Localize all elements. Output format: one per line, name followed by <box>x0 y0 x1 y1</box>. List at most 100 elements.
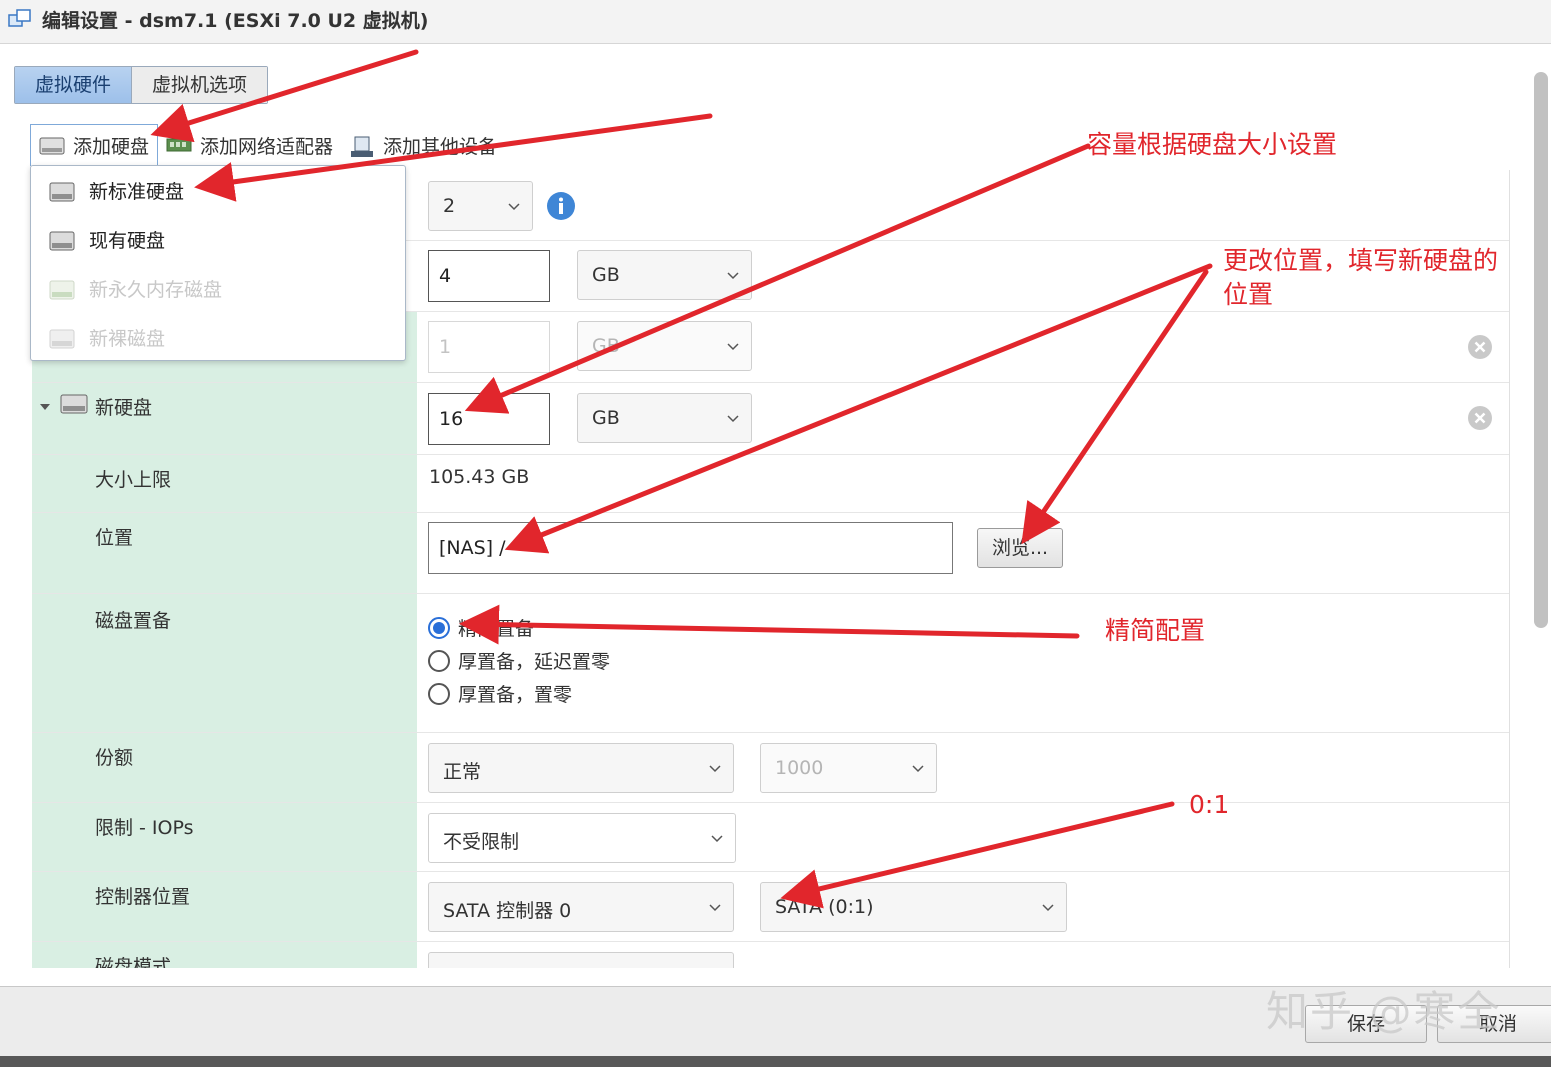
chevron-down-icon <box>508 203 520 211</box>
provisioning-label: 磁盘置备 <box>95 610 172 632</box>
memory-size-input[interactable]: 4 <box>428 250 550 302</box>
annotation-location-line1: 更改位置，填写新硬盘的 <box>1223 246 1499 275</box>
controller-label: 控制器位置 <box>95 886 191 908</box>
annotation-slot: 0:1 <box>1189 790 1230 819</box>
location-input[interactable]: [NAS] / <box>428 522 953 574</box>
new-disk-size-input[interactable]: 16 <box>428 393 550 445</box>
watermark: 知乎 @寒全 <box>1266 987 1502 1036</box>
row-label-cell: 磁盘模式 <box>32 942 417 968</box>
pmem-disk-icon <box>49 280 75 299</box>
chevron-down-icon <box>709 765 721 773</box>
cpu-count-value: 2 <box>443 195 456 217</box>
shares-number-select[interactable]: 1000 <box>760 743 937 793</box>
chevron-down-icon <box>912 765 924 773</box>
chevron-down-icon <box>727 343 739 351</box>
hardware-toolbar: 添加硬盘 添加网络适配器 添加其他设备 <box>30 124 505 166</box>
thick-eager-zeroed-label: 厚置备，置零 <box>458 684 573 706</box>
chevron-down-icon <box>727 272 739 280</box>
hard-disk-1-unit-value: GB <box>592 335 620 357</box>
tab-vm-options[interactable]: 虚拟机选项 <box>132 67 268 103</box>
row-label-cell: 磁盘置备 <box>32 594 417 732</box>
menu-item-new-raw-disk: 新裸磁盘 <box>31 313 405 362</box>
thick-lazy-zeroed-radio[interactable]: 厚置备，延迟置零 <box>428 647 610 674</box>
cpu-count-select[interactable]: 2 <box>428 181 533 231</box>
limit-iops-select[interactable]: 不受限制 <box>428 813 736 863</box>
add-network-adapter-label: 添加网络适配器 <box>200 135 334 158</box>
hard-disk-1-size-input[interactable]: 1 <box>428 321 550 373</box>
memory-size-value: 4 <box>439 265 452 287</box>
vertical-scrollbar[interactable] <box>1534 72 1548 628</box>
chevron-down-icon <box>1042 904 1054 912</box>
network-adapter-icon <box>166 136 192 154</box>
row-label-cell: 新硬盘 <box>32 383 417 454</box>
thick-eager-zeroed-radio[interactable]: 厚置备，置零 <box>428 680 572 707</box>
max-size-row: 大小上限 105.43 GB <box>32 455 1509 513</box>
disk-mode-select[interactable] <box>428 952 734 968</box>
browse-button[interactable]: 浏览... <box>977 528 1063 568</box>
hard-disk-1-size-value: 1 <box>439 336 452 358</box>
thin-provision-label: 精简置备 <box>458 618 535 640</box>
menu-item-label: 新裸磁盘 <box>89 328 166 350</box>
menu-item-new-pmem-disk: 新永久内存磁盘 <box>31 264 405 313</box>
new-disk-unit-value: GB <box>592 407 620 429</box>
menu-item-label: 新永久内存磁盘 <box>89 279 223 301</box>
new-disk-size-value: 16 <box>439 408 464 430</box>
info-icon[interactable] <box>546 191 576 221</box>
row-label-cell: 大小上限 <box>32 455 417 512</box>
thin-provision-radio[interactable]: 精简置备 <box>428 614 534 641</box>
tab-bar: 虚拟硬件 虚拟机选项 <box>14 66 269 104</box>
add-other-device-label: 添加其他设备 <box>383 135 498 158</box>
remove-device-icon[interactable] <box>1467 334 1493 360</box>
chevron-down-icon <box>711 835 723 843</box>
add-hard-disk-button[interactable]: 添加硬盘 <box>30 124 159 166</box>
menu-item-label: 现有硬盘 <box>89 230 166 252</box>
hard-disk-icon <box>39 137 65 155</box>
shares-value: 正常 <box>443 761 482 783</box>
shares-label: 份额 <box>95 747 134 769</box>
chevron-down-icon <box>727 415 739 423</box>
disk-mode-label: 磁盘模式 <box>95 956 172 968</box>
controller-slot-select[interactable]: SATA (0:1) <box>760 882 1067 932</box>
remove-device-icon[interactable] <box>1467 405 1493 431</box>
tab-virtual-hardware[interactable]: 虚拟硬件 <box>15 67 133 103</box>
dialog-title: 编辑设置 - dsm7.1 (ESXi 7.0 U2 虚拟机) <box>42 10 429 32</box>
limit-iops-value: 不受限制 <box>443 831 520 853</box>
new-disk-row: 新硬盘 16 GB <box>32 383 1509 455</box>
location-label: 位置 <box>95 527 134 549</box>
other-device-icon <box>349 136 375 157</box>
hard-disk-icon <box>49 182 75 201</box>
menu-item-label: 新标准硬盘 <box>89 181 185 203</box>
controller-value: SATA 控制器 0 <box>443 900 572 922</box>
menu-item-new-standard-disk[interactable]: 新标准硬盘 <box>31 166 405 215</box>
add-network-adapter-button[interactable]: 添加网络适配器 <box>158 124 341 166</box>
limit-iops-label: 限制 - IOPs <box>95 817 194 839</box>
hard-disk-1-unit-select[interactable]: GB <box>577 321 752 371</box>
row-label-cell: 位置 <box>32 513 417 593</box>
dialog-titlebar: 编辑设置 - dsm7.1 (ESXi 7.0 U2 虚拟机) <box>0 0 1551 44</box>
row-label-cell: 控制器位置 <box>32 872 417 941</box>
shares-select[interactable]: 正常 <box>428 743 734 793</box>
add-hard-disk-label: 添加硬盘 <box>73 136 150 158</box>
add-other-device-button[interactable]: 添加其他设备 <box>341 124 505 166</box>
provisioning-row: 磁盘置备 精简置备 厚置备，延迟置零 厚置备，置零 <box>32 594 1509 733</box>
background-task-list <box>0 1056 1551 1067</box>
raw-disk-icon <box>49 329 75 348</box>
max-size-label: 大小上限 <box>95 469 172 491</box>
memory-unit-select[interactable]: GB <box>577 250 752 300</box>
new-disk-unit-select[interactable]: GB <box>577 393 752 443</box>
radio-dot <box>428 649 450 672</box>
radio-dot <box>428 616 450 639</box>
controller-slot-value: SATA (0:1) <box>775 896 874 918</box>
controller-select[interactable]: SATA 控制器 0 <box>428 882 734 932</box>
new-disk-label: 新硬盘 <box>95 397 153 419</box>
hard-disk-icon <box>49 231 75 250</box>
disk-mode-row: 磁盘模式 <box>32 942 1509 968</box>
shares-number-value: 1000 <box>775 757 824 779</box>
menu-item-existing-disk[interactable]: 现有硬盘 <box>31 215 405 264</box>
memory-unit-value: GB <box>592 264 620 286</box>
chevron-down-icon <box>709 904 721 912</box>
max-size-value: 105.43 GB <box>429 466 530 488</box>
radio-dot <box>428 682 450 705</box>
expand-triangle-icon[interactable] <box>39 402 51 412</box>
annotation-location-line2: 位置 <box>1223 280 1274 309</box>
